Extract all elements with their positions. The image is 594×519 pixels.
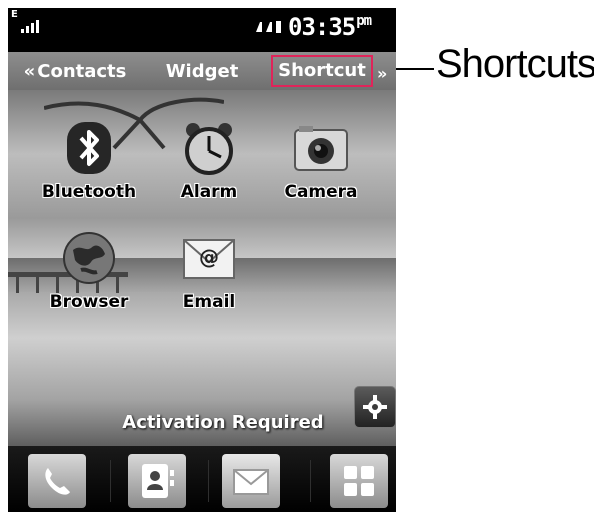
tab-contacts[interactable]: « Contacts (12, 52, 138, 90)
camera-icon (294, 126, 348, 171)
alarm-clock-icon (185, 123, 233, 175)
bluetooth-icon (67, 122, 111, 174)
contacts-icon (142, 464, 174, 498)
dock-separator (208, 460, 209, 502)
svg-text:@: @ (199, 245, 219, 269)
shortcut-alarm-label: Alarm (180, 182, 238, 202)
dock-phone-button[interactable] (28, 454, 86, 508)
phone-icon (45, 468, 70, 495)
menu-grid-icon (344, 466, 374, 496)
gear-icon (363, 395, 387, 419)
activation-required-notice[interactable]: Activation Required (88, 412, 358, 433)
dock-contacts-button[interactable] (128, 454, 186, 508)
shortcut-camera-label: Camera (284, 182, 358, 202)
chevron-right-icon: » (377, 64, 388, 83)
network-type: E (11, 9, 18, 20)
tab-shortcut[interactable]: Shortcut (263, 52, 381, 90)
email-icon: @ (183, 239, 235, 279)
shortcut-email-label: Email (182, 292, 236, 312)
clock: 03:35pm (288, 13, 372, 41)
shortcut-bluetooth[interactable]: Bluetooth (34, 110, 144, 220)
shortcut-browser[interactable]: Browser (34, 220, 144, 330)
tab-widget-label: Widget (165, 60, 239, 82)
message-icon (233, 469, 269, 495)
dock-separator (110, 460, 111, 502)
callout-line (396, 68, 434, 70)
clock-ampm: pm (356, 13, 372, 29)
tab-widget[interactable]: Widget (153, 52, 251, 90)
dock-separator (310, 460, 311, 502)
chevron-left-icon: « (23, 60, 36, 82)
shortcut-camera[interactable]: Camera (266, 110, 376, 220)
settings-button[interactable] (354, 386, 396, 428)
clock-time: 03:35 (288, 13, 356, 41)
shortcut-bluetooth-label: Bluetooth (41, 182, 137, 202)
globe-icon (63, 232, 115, 284)
dock-messages-button[interactable] (222, 454, 280, 508)
shortcut-email[interactable]: @ Email (154, 220, 264, 330)
status-icons (254, 18, 282, 40)
tab-shortcut-label: Shortcut (271, 55, 373, 87)
phone-screen: E 03:35pm « Contacts Widget Shortcut » B… (8, 8, 396, 512)
callout-label: Shortcuts (436, 42, 594, 86)
dock-menu-button[interactable] (330, 454, 388, 508)
shortcut-alarm[interactable]: Alarm (154, 110, 264, 220)
dock-bar (8, 446, 396, 512)
tab-contacts-label: Contacts (37, 60, 127, 82)
signal-strength-icon (21, 20, 39, 33)
status-bar: E 03:35pm (8, 8, 396, 52)
shortcut-browser-label: Browser (49, 292, 129, 312)
home-panel-tabs: « Contacts Widget Shortcut » (8, 52, 396, 90)
